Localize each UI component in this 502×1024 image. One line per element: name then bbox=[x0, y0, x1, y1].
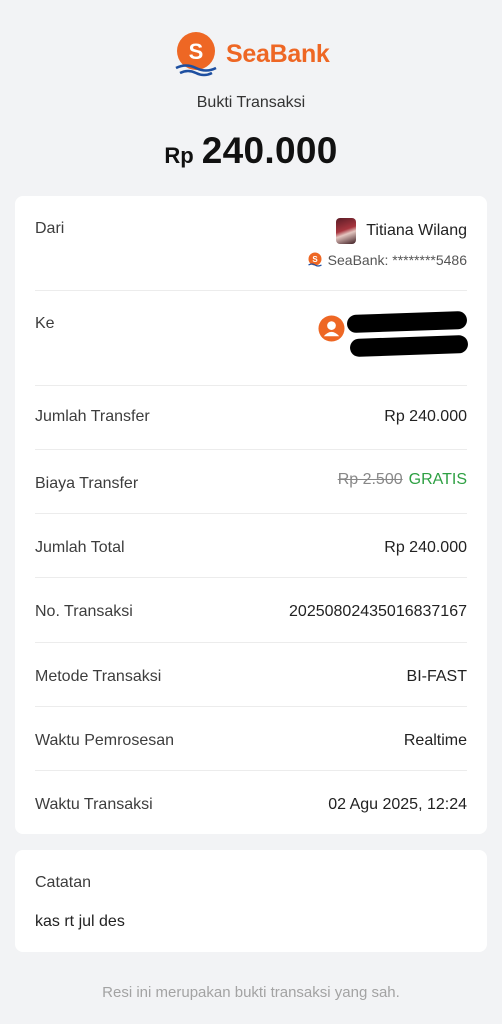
amount-currency: Rp bbox=[164, 143, 194, 168]
note-value: kas rt jul des bbox=[35, 913, 125, 930]
row-to: Ke bbox=[35, 291, 469, 386]
detail-value: Rp 240.000 bbox=[384, 539, 467, 556]
row-transfer-fee: Biaya Transfer Rp 2.500 GRATIS bbox=[35, 450, 467, 514]
svg-text:S: S bbox=[189, 39, 204, 64]
sender-account: S SeaBank: ********5486 bbox=[307, 252, 467, 268]
detail-label: Waktu Pemrosesan bbox=[35, 732, 175, 749]
detail-value: Realtime bbox=[403, 732, 467, 749]
receipt-header: S SeaBank Bukti Transaksi Rp 240.000 bbox=[0, 0, 502, 196]
amount-value: 240.000 bbox=[201, 130, 338, 171]
detail-label: Jumlah Transfer bbox=[35, 408, 150, 425]
sender-avatar bbox=[336, 218, 357, 244]
transaction-details-card: Dari Titiana Wilang S SeaBank: ********5… bbox=[15, 196, 487, 834]
detail-label: Metode Transaksi bbox=[35, 668, 162, 685]
detail-label: No. Transaksi bbox=[35, 603, 133, 620]
redacted-recipient-name bbox=[346, 310, 468, 334]
receipt-footer: Resi ini merupakan bukti transaksi yang … bbox=[102, 984, 400, 1001]
detail-value: Rp 240.000 bbox=[384, 408, 467, 425]
row-transaction-number: No. Transaksi 20250802435016837167 bbox=[35, 578, 467, 643]
detail-label: Jumlah Total bbox=[35, 539, 125, 556]
sender-account-text: SeaBank: ********5486 bbox=[327, 252, 467, 268]
user-circle-icon bbox=[318, 315, 345, 342]
seabank-logo-icon: S bbox=[175, 32, 217, 77]
redacted-recipient-account bbox=[349, 334, 469, 358]
row-total-amount: Jumlah Total Rp 240.000 bbox=[35, 514, 467, 578]
row-processing-time: Waktu Pemrosesan Realtime bbox=[35, 707, 467, 771]
note-label: Catatan bbox=[35, 874, 92, 891]
sender-name-text: Titiana Wilang bbox=[366, 222, 467, 239]
seabank-mini-icon: S bbox=[307, 252, 322, 267]
original-fee: Rp 2.500 bbox=[337, 471, 403, 488]
row-transaction-method: Metode Transaksi BI-FAST bbox=[35, 643, 467, 707]
free-badge: GRATIS bbox=[408, 471, 467, 488]
transfer-amount: Rp 240.000 bbox=[0, 130, 502, 172]
note-card: Catatan kas rt jul des bbox=[15, 850, 487, 952]
detail-label: Biaya Transfer bbox=[35, 475, 139, 492]
to-label: Ke bbox=[35, 315, 55, 332]
seabank-logo: S SeaBank bbox=[172, 30, 330, 78]
svg-text:S: S bbox=[312, 255, 318, 264]
detail-value: BI-FAST bbox=[406, 668, 467, 685]
detail-label: Waktu Transaksi bbox=[35, 796, 153, 813]
page-subtitle: Bukti Transaksi bbox=[196, 94, 306, 111]
fee-value: Rp 2.500 GRATIS bbox=[338, 471, 467, 489]
row-transaction-time: Waktu Transaksi 02 Agu 2025, 12:24 bbox=[35, 771, 467, 834]
detail-value[interactable]: 20250802435016837167 bbox=[289, 603, 467, 621]
sender-name: Titiana Wilang bbox=[336, 218, 467, 244]
row-from: Dari Titiana Wilang S SeaBank: ********5… bbox=[35, 196, 467, 291]
brand-name: SeaBank bbox=[226, 39, 330, 68]
from-label: Dari bbox=[35, 220, 65, 237]
row-transfer-amount: Jumlah Transfer Rp 240.000 bbox=[35, 386, 467, 450]
detail-value: 02 Agu 2025, 12:24 bbox=[328, 796, 467, 813]
